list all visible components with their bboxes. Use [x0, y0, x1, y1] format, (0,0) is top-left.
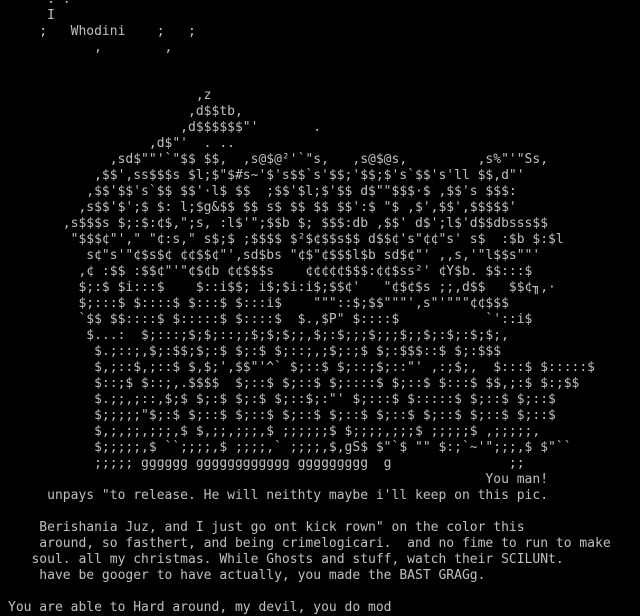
- text-line: ,$$',ss$$$s $l;$"$#s~'$'s$$`s'$$;'$$;$'s…: [8, 168, 525, 183]
- text-line: s¢"s'"¢$s$¢ ¢¢$$¢"',sd$bs "¢$"¢$$$l$b sd…: [8, 248, 541, 263]
- text-line: $::;$ $::;,.$$$$ $;::$ $;::$ $;::::$ $;:…: [8, 376, 580, 391]
- text-line: $,;,;;,;;;,$ $,;;,;;;,$ ;;;;;;$ $;;;;,;;…: [8, 424, 541, 439]
- text-line: You man!: [8, 472, 549, 487]
- text-line: $;;;;;,$ ``;;;;,$ ;;;;,` ;;;;,$,gS$ $"`$…: [8, 440, 572, 455]
- text-line: $...: $;:::;$;$;::;;$;$;$;;,$;:$;;;$;;;$…: [8, 328, 509, 343]
- text-line: ,d$"' . ..: [8, 136, 235, 151]
- text-line: $,;::$,;::$ $,$;',$$"'^` $;::$ $;::;$;::…: [8, 360, 595, 375]
- text-line: ,z: [8, 88, 212, 103]
- text-line: $;:::$ $::::$ $:::$ $:::i$ """::$;$$"""'…: [8, 296, 509, 311]
- text-line: ,¢ :$$ :$$¢"'"¢$¢b ¢¢$$$s ¢¢¢¢¢$$$:¢¢$ss…: [8, 264, 533, 279]
- text-line: [8, 584, 611, 600]
- text-line: You are able to Hard around, my devil, y…: [8, 600, 392, 615]
- text-line: `$$ $$::::$ $:::::$ $::::$ $.,$P" $::::$…: [8, 312, 533, 327]
- ansi-art-text: . : I ; Whodini ; ; , , ,z ,d$$tb, ,d$$$…: [8, 0, 611, 616]
- text-line: [8, 504, 611, 520]
- text-line: ,$$'$$'s`$$ $$'·l$ $$ ;$$'$l;$'$$ d$""$$…: [8, 184, 517, 199]
- text-line: $.;::;,$;:$$;$;:$ $;:$ $;::;,;$;:;$ $;:$…: [8, 344, 502, 359]
- text-line: have be googer to have actually, you mad…: [8, 568, 486, 583]
- terminal-screen: . : I ; Whodini ; ; , , ,z ,d$$tb, ,d$$$…: [0, 0, 640, 616]
- text-line: ,d$$tb,: [8, 104, 243, 119]
- text-line: $.;;,;::,$;$ $;:$ $;:$ $;::$;:"' $;:::$ …: [8, 392, 556, 407]
- text-line: $;;;;;"$;:$ $;::$ $;::$ $;::$ $;::$ $;::…: [8, 408, 556, 423]
- text-line: Berishania Juz, and I just go ont kick r…: [8, 520, 525, 535]
- text-line: , ,: [8, 40, 173, 55]
- text-line: unpays "to release. He will neithty mayb…: [8, 488, 549, 503]
- text-line: [8, 56, 611, 72]
- text-line: [8, 72, 611, 88]
- text-line: ,s$$'$';$ $: l;$g&$$ $$ s$ $$ $$ $$':$ "…: [8, 200, 517, 215]
- text-line: ; Whodini ; ;: [8, 24, 196, 39]
- text-line: ,s$$$s $;:$:¢$,";s, :l$'";$$b $; $$$:db …: [8, 216, 549, 231]
- text-line: $;:$ $i:::$ $::i$$; i$;$i:i$;$$¢' "¢$¢$s…: [8, 280, 556, 295]
- text-line: "$$$¢"'," "¢:s," s$;$ ;$$$$ $²$¢$$s$$ d$…: [8, 232, 564, 247]
- text-line: around, so fasthert, and being crimelogi…: [8, 536, 611, 551]
- text-line: ,d$$$$$$"' .: [8, 120, 322, 135]
- text-line: . :: [8, 0, 611, 8]
- text-line: I: [8, 8, 55, 23]
- text-line: ,sd$""'`"$$ $$, ,s@$@²'`"s, ,s@$@s, ,s%"…: [8, 152, 549, 167]
- text-line: ;;;;; gggggg gggggggggggg ggggggggg g ;;: [8, 456, 525, 471]
- text-line: soul. all my christmas. While Ghosts and…: [8, 552, 564, 567]
